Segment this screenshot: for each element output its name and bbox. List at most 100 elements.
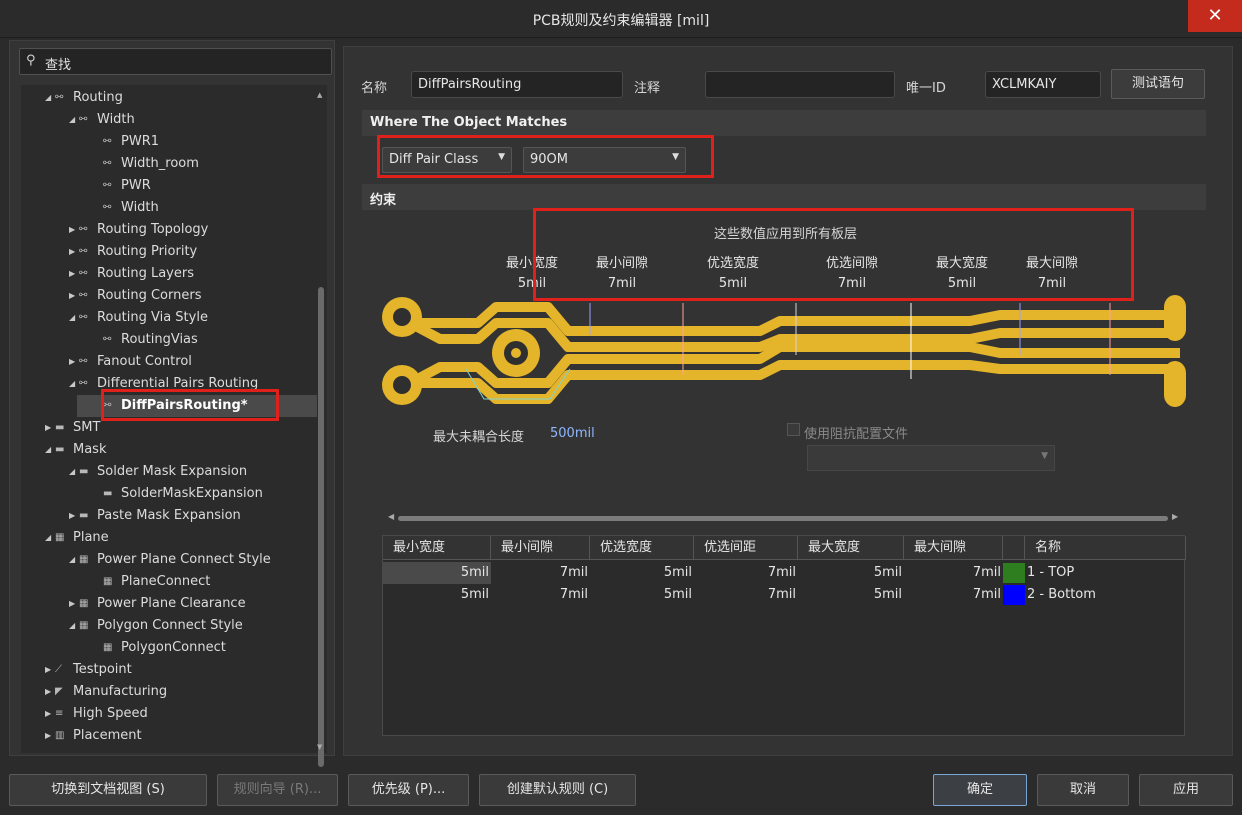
test-query-button[interactable]: 测试语句: [1111, 69, 1205, 99]
tree-item[interactable]: ▶ ⚯ Routing Topology: [69, 219, 208, 241]
tree-item[interactable]: ▦ PlaneConnect: [93, 571, 210, 593]
rule-node-icon: ⚯: [79, 356, 88, 367]
tree-scrollbar[interactable]: ▲ ▼: [317, 91, 325, 767]
uncoupled-length-value[interactable]: 500mil: [550, 426, 595, 441]
scroll-right-icon[interactable]: ▶: [1172, 512, 1178, 521]
table-cell[interactable]: 7mil: [694, 562, 798, 584]
chevron-right-icon[interactable]: ▶: [45, 703, 55, 725]
chevron-right-icon[interactable]: ▶: [45, 659, 55, 681]
tree-item-label: Width: [97, 112, 135, 127]
tree-item[interactable]: ▶ ⚯ Routing Layers: [69, 263, 194, 285]
tree-item[interactable]: ⚯ PWR1: [93, 131, 159, 153]
table-cell[interactable]: 5mil: [798, 584, 904, 606]
impedance-checkbox[interactable]: [787, 423, 800, 436]
scroll-left-icon[interactable]: ◀: [388, 512, 394, 521]
tree-item[interactable]: ◢ ▬ Mask: [45, 439, 106, 461]
table-cell[interactable]: 5mil: [798, 562, 904, 584]
chevron-down-icon[interactable]: ◢: [69, 549, 79, 571]
tree-item[interactable]: ▶ ◤ Manufacturing: [45, 681, 167, 703]
tree-item[interactable]: ▶ ⚯ Routing Corners: [69, 285, 201, 307]
chevron-down-icon[interactable]: ◢: [69, 307, 79, 329]
name-input[interactable]: DiffPairsRouting: [411, 71, 623, 98]
table-cell[interactable]: 7mil: [904, 584, 1003, 606]
table-cell[interactable]: 5mil: [383, 584, 491, 606]
tree-item[interactable]: ◢ ⚯ Routing Via Style: [69, 307, 208, 329]
table-column-header[interactable]: 最小宽度: [383, 536, 491, 560]
chevron-down-icon[interactable]: ◢: [69, 461, 79, 483]
rule-wizard-button[interactable]: 规则向导 (R)...: [217, 774, 338, 806]
table-column-header[interactable]: 优选间距: [694, 536, 798, 560]
tree-item[interactable]: ⚯ PWR: [93, 175, 151, 197]
tree-item[interactable]: ◢ ▦ Polygon Connect Style: [69, 615, 243, 637]
tree-item[interactable]: ▶ ▥ Placement: [45, 725, 142, 747]
tree-item[interactable]: ▶ ≡ High Speed: [45, 703, 148, 725]
tree-item[interactable]: ◢ ⚯ Width: [69, 109, 135, 131]
priority-button[interactable]: 优先级 (P)...: [348, 774, 469, 806]
tree-item[interactable]: ▶ ⚯ Fanout Control: [69, 351, 192, 373]
search-box[interactable]: ⚲ 查找: [19, 48, 332, 75]
tree-item-label: Power Plane Connect Style: [97, 552, 271, 567]
tree-item[interactable]: ⚯ RoutingVias: [93, 329, 198, 351]
tree-item[interactable]: ▶ ⚯ Routing Priority: [69, 241, 197, 263]
table-cell[interactable]: 7mil: [904, 562, 1003, 584]
scroll-up-icon[interactable]: ▲: [317, 91, 322, 99]
chevron-right-icon[interactable]: ▶: [69, 263, 79, 285]
search-input[interactable]: 查找: [45, 54, 71, 73]
table-cell[interactable]: 7mil: [491, 584, 590, 606]
impedance-profile-select[interactable]: ▼: [807, 445, 1055, 471]
table-cell[interactable]: 5mil: [383, 562, 491, 584]
table-cell[interactable]: 7mil: [491, 562, 590, 584]
chevron-right-icon[interactable]: ▶: [45, 417, 55, 439]
chevron-down-icon[interactable]: ◢: [45, 439, 55, 461]
tree-item[interactable]: ⚯ Width: [93, 197, 159, 219]
chevron-down-icon[interactable]: ◢: [69, 373, 79, 395]
chevron-right-icon[interactable]: ▶: [69, 351, 79, 373]
table-hscroll[interactable]: ◀ ▶: [388, 512, 1180, 523]
tree-item[interactable]: ▬ SolderMaskExpansion: [93, 483, 263, 505]
close-button[interactable]: ✕: [1188, 0, 1242, 32]
tree-item[interactable]: ◢ ▦ Plane: [45, 527, 109, 549]
comment-input[interactable]: [705, 71, 895, 98]
scroll-down-icon[interactable]: ▼: [317, 743, 322, 751]
chevron-right-icon[interactable]: ▶: [69, 285, 79, 307]
scroll-thumb[interactable]: [318, 287, 324, 767]
highlight-box-selected-rule: [101, 389, 279, 421]
chevron-down-icon[interactable]: ◢: [69, 109, 79, 131]
chevron-down-icon[interactable]: ◢: [45, 527, 55, 549]
tree-item[interactable]: ◢ ▬ Solder Mask Expansion: [69, 461, 247, 483]
tree-item[interactable]: ▶ ▬ Paste Mask Expansion: [69, 505, 241, 527]
tree-item[interactable]: ▶ ⟋ Testpoint: [45, 659, 132, 681]
layer-constraints-table[interactable]: 最小宽度 最小间隙 优选宽度 优选间距 最大宽度 最大间隙 名称 5mil 7mil 5mil 7m…: [382, 535, 1186, 736]
table-column-header[interactable]: [1003, 536, 1025, 560]
table-cell[interactable]: 5mil: [590, 584, 694, 606]
rule-node-icon: ⚯: [103, 334, 112, 345]
table-cell[interactable]: 5mil: [590, 562, 694, 584]
hscroll-thumb[interactable]: [398, 516, 1168, 521]
chevron-down-icon[interactable]: ◢: [45, 87, 55, 109]
table-column-header[interactable]: 优选宽度: [590, 536, 694, 560]
chevron-right-icon[interactable]: ▶: [45, 725, 55, 747]
chevron-right-icon[interactable]: ▶: [45, 681, 55, 703]
create-default-rules-button[interactable]: 创建默认规则 (C): [479, 774, 636, 806]
tree-item[interactable]: ▶ ▦ Power Plane Clearance: [69, 593, 246, 615]
tree-item[interactable]: ◢ ⚯ Routing: [45, 87, 123, 109]
chevron-right-icon[interactable]: ▶: [69, 219, 79, 241]
tree-item[interactable]: ▦ PolygonConnect: [93, 637, 226, 659]
apply-button[interactable]: 应用: [1139, 774, 1233, 806]
table-column-header[interactable]: 名称: [1025, 536, 1186, 560]
chevron-right-icon[interactable]: ▶: [69, 505, 79, 527]
ok-button[interactable]: 确定: [933, 774, 1027, 806]
tree-item[interactable]: ▶ ▬ SMT: [45, 417, 100, 439]
uid-input[interactable]: XCLMKAIY: [985, 71, 1101, 98]
tree-item[interactable]: ⚯ Width_room: [93, 153, 199, 175]
table-cell[interactable]: 7mil: [694, 584, 798, 606]
chevron-right-icon[interactable]: ▶: [69, 593, 79, 615]
document-view-button[interactable]: 切换到文档视图 (S): [9, 774, 207, 806]
chevron-right-icon[interactable]: ▶: [69, 241, 79, 263]
chevron-down-icon[interactable]: ◢: [69, 615, 79, 637]
table-column-header[interactable]: 最大宽度: [798, 536, 904, 560]
cancel-button[interactable]: 取消: [1037, 774, 1129, 806]
table-column-header[interactable]: 最小间隙: [491, 536, 590, 560]
tree-item[interactable]: ◢ ▦ Power Plane Connect Style: [69, 549, 271, 571]
table-column-header[interactable]: 最大间隙: [904, 536, 1003, 560]
